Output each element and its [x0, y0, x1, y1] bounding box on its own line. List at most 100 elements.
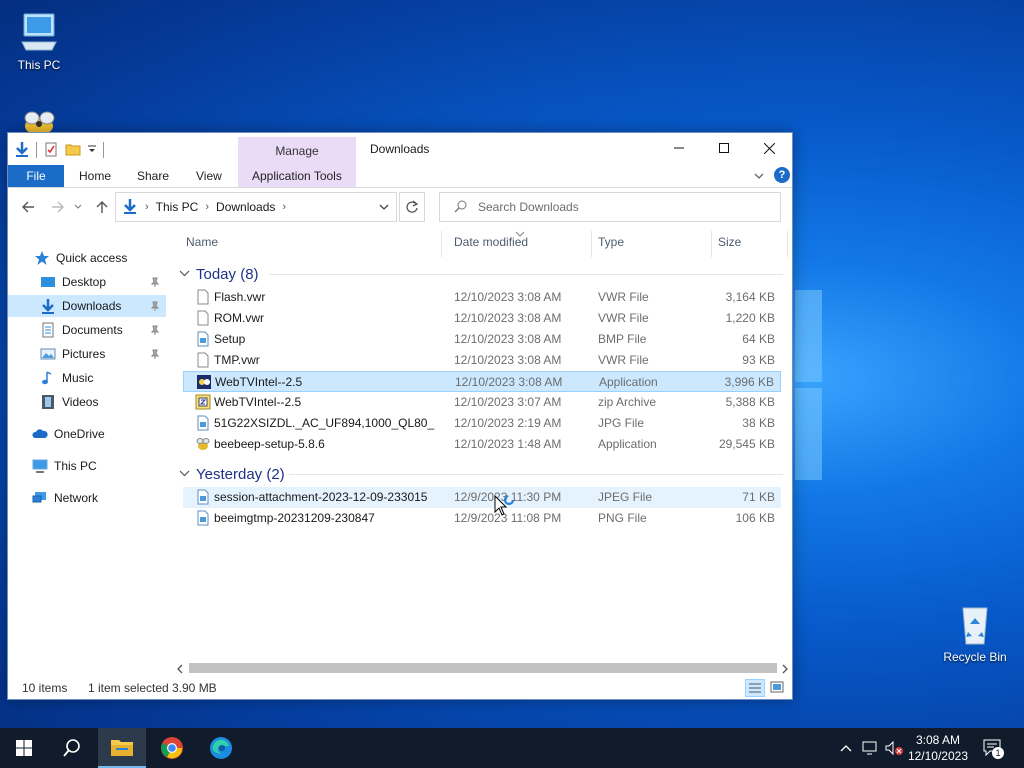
- new-folder-icon[interactable]: [65, 141, 81, 160]
- file-date: 12/10/2023 3:08 AM: [455, 375, 563, 389]
- network-tray-icon[interactable]: [862, 740, 880, 759]
- column-separator[interactable]: [441, 231, 442, 257]
- customize-toolbar-icon[interactable]: [87, 143, 97, 157]
- scrollbar-thumb[interactable]: [189, 663, 777, 673]
- expand-ribbon-icon[interactable]: [753, 170, 765, 185]
- refresh-button[interactable]: [399, 192, 425, 222]
- downloads-arrow-icon: [40, 298, 56, 314]
- tab-share[interactable]: Share: [137, 165, 169, 187]
- group-header-today[interactable]: Today (8): [179, 262, 259, 286]
- forward-button[interactable]: [48, 197, 68, 217]
- nav-quick-access[interactable]: Quick access: [8, 247, 166, 269]
- item-count: 10 items: [22, 681, 68, 695]
- help-icon[interactable]: ?: [774, 167, 790, 183]
- minimize-button[interactable]: [656, 133, 702, 163]
- table-row[interactable]: Setup 12/10/2023 3:08 AM BMP File 64 KB: [183, 329, 781, 350]
- notification-center-icon[interactable]: 1: [982, 738, 1004, 761]
- desktop-icon-recycle-bin[interactable]: Recycle Bin: [937, 602, 1013, 664]
- nav-pictures[interactable]: Pictures: [8, 343, 166, 365]
- large-icons-view-icon[interactable]: [770, 680, 784, 697]
- table-row[interactable]: session-attachment-2023-12-09-233015 12/…: [183, 487, 781, 508]
- nav-label: Documents: [62, 323, 123, 337]
- file-type: zip Archive: [598, 395, 657, 409]
- toolbar-separator: [36, 142, 37, 158]
- taskbar-edge[interactable]: [197, 728, 245, 768]
- nav-label: Network: [54, 491, 99, 505]
- file-type: JPEG File: [598, 490, 653, 504]
- start-button[interactable]: [0, 728, 48, 768]
- address-dropdown-icon[interactable]: [378, 201, 390, 216]
- pin-icon[interactable]: [150, 348, 160, 362]
- beebeep-app-icon: [195, 436, 211, 452]
- ribbon-divider: [8, 187, 792, 188]
- tab-view[interactable]: View: [196, 165, 222, 187]
- file-size: 3,996 KB: [724, 375, 774, 389]
- file-name: Setup: [214, 332, 246, 346]
- file-type: BMP File: [598, 332, 647, 346]
- window-title: Downloads: [370, 142, 430, 156]
- group-divider: [269, 274, 783, 275]
- breadcrumb-downloads[interactable]: Downloads: [216, 200, 275, 214]
- pin-icon[interactable]: [150, 324, 160, 338]
- table-row[interactable]: beebeep-setup-5.8.6 12/10/2023 1:48 AM A…: [183, 434, 781, 455]
- address-bar[interactable]: › This PC › Downloads ›: [115, 192, 397, 222]
- desktop-folder-icon: [40, 274, 56, 290]
- table-row[interactable]: ROM.vwr 12/10/2023 3:08 AM VWR File 1,22…: [183, 308, 781, 329]
- tray-overflow-chevron-icon[interactable]: [840, 742, 852, 756]
- pin-icon[interactable]: [150, 276, 160, 290]
- back-button[interactable]: [18, 197, 38, 217]
- pin-icon[interactable]: [150, 300, 160, 314]
- tab-home[interactable]: Home: [79, 165, 111, 187]
- recent-locations-button[interactable]: [72, 197, 84, 217]
- nav-this-pc[interactable]: This PC: [8, 455, 166, 477]
- table-row[interactable]: Flash.vwr 12/10/2023 3:08 AM VWR File 3,…: [183, 287, 781, 308]
- image-file-icon: [195, 489, 211, 505]
- search-box[interactable]: Search Downloads: [439, 192, 781, 222]
- nav-videos[interactable]: Videos: [8, 391, 166, 413]
- up-button[interactable]: [92, 197, 112, 217]
- close-button[interactable]: [746, 133, 792, 163]
- table-row[interactable]: TMP.vwr 12/10/2023 3:08 AM VWR File 93 K…: [183, 350, 781, 371]
- nav-network[interactable]: Network: [8, 487, 166, 509]
- ribbon-tabs: File Home Share View Application Tools ?: [8, 165, 792, 187]
- table-row[interactable]: 51G22XSIZDL._AC_UF894,1000_QL80_ 12/10/2…: [183, 413, 781, 434]
- beebeep-desktop-icon[interactable]: [14, 108, 64, 135]
- tab-application-tools[interactable]: Application Tools: [252, 165, 342, 187]
- nav-label: Desktop: [62, 275, 107, 289]
- taskbar: 3:08 AM 12/10/2023 1: [0, 728, 1024, 768]
- search-button[interactable]: [48, 728, 96, 768]
- nav-music[interactable]: Music: [8, 367, 166, 389]
- column-separator[interactable]: [711, 231, 712, 257]
- file-size: 71 KB: [742, 490, 775, 504]
- search-placeholder: Search Downloads: [478, 200, 579, 214]
- nav-onedrive[interactable]: OneDrive: [8, 423, 166, 445]
- details-view-icon[interactable]: [745, 679, 765, 697]
- column-name[interactable]: Name: [186, 235, 218, 249]
- table-row[interactable]: WebTVIntel--2.5 12/10/2023 3:08 AM Appli…: [183, 371, 781, 392]
- horizontal-scrollbar[interactable]: [173, 661, 793, 675]
- taskbar-chrome[interactable]: [148, 728, 196, 768]
- column-separator[interactable]: [787, 231, 788, 257]
- nav-documents[interactable]: Documents: [8, 319, 166, 341]
- taskbar-file-explorer[interactable]: [98, 728, 146, 768]
- scroll-left-icon[interactable]: [176, 663, 184, 677]
- table-row[interactable]: WebTVIntel--2.5 12/10/2023 3:07 AM zip A…: [183, 392, 781, 413]
- maximize-button[interactable]: [701, 133, 747, 163]
- properties-icon[interactable]: [43, 141, 59, 160]
- desktop-icon-this-pc[interactable]: This PC: [1, 10, 77, 72]
- system-clock[interactable]: 3:08 AM 12/10/2023: [908, 732, 968, 764]
- file-date: 12/10/2023 3:08 AM: [454, 332, 562, 346]
- breadcrumb-this-pc[interactable]: This PC: [156, 200, 199, 214]
- table-row[interactable]: beeimgtmp-20231209-230847 12/9/2023 11:0…: [183, 508, 781, 529]
- scroll-right-icon[interactable]: [781, 663, 789, 677]
- column-type[interactable]: Type: [598, 235, 624, 249]
- column-size[interactable]: Size: [718, 235, 741, 249]
- tab-file[interactable]: File: [8, 165, 64, 187]
- nav-desktop[interactable]: Desktop: [8, 271, 166, 293]
- column-separator[interactable]: [591, 231, 592, 257]
- nav-downloads[interactable]: Downloads: [8, 295, 166, 317]
- file-date: 12/10/2023 1:48 AM: [454, 437, 562, 451]
- column-date-modified[interactable]: Date modified: [454, 235, 528, 249]
- group-header-yesterday[interactable]: Yesterday (2): [179, 462, 285, 486]
- volume-muted-icon[interactable]: [884, 740, 904, 759]
